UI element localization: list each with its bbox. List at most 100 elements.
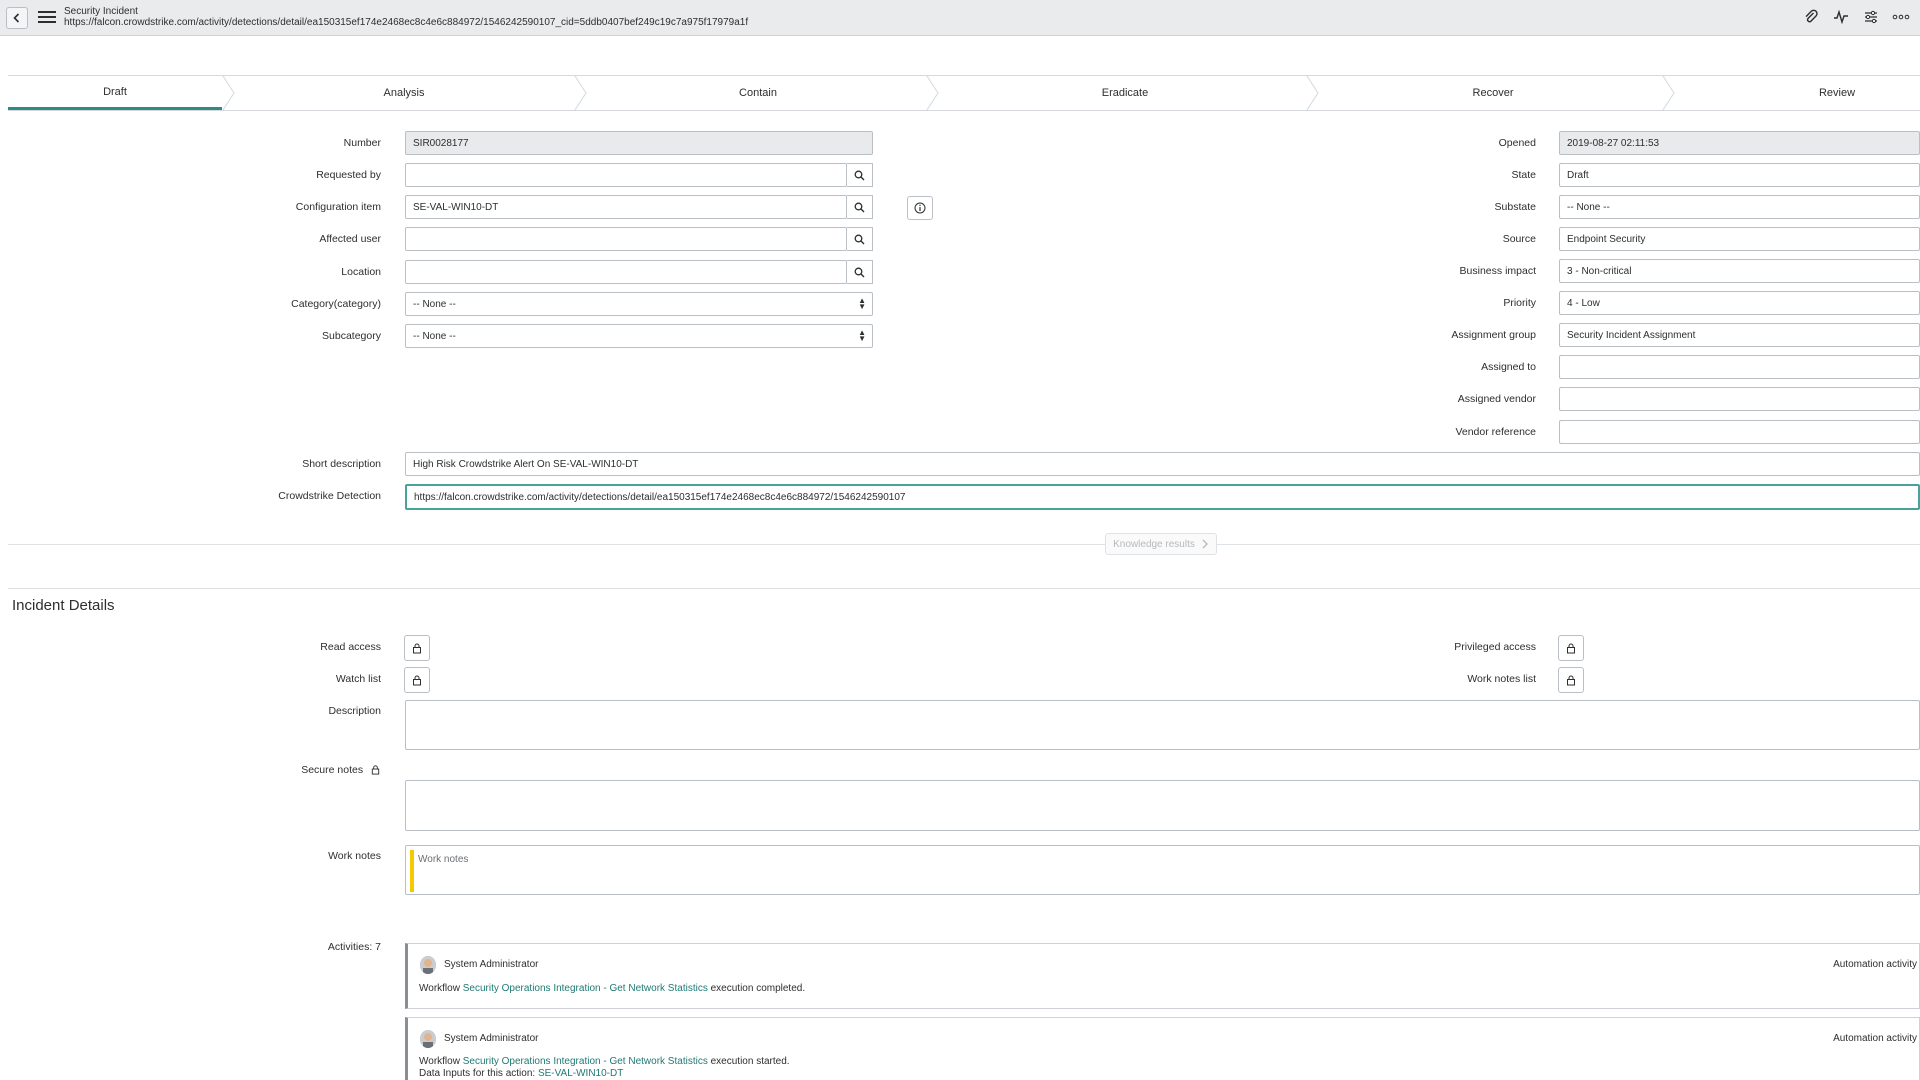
work-notes-indicator-bar: [410, 850, 414, 892]
crowdstrike-detection-field[interactable]: https://falcon.crowdstrike.com/activity/…: [405, 484, 1920, 510]
flow-step-eradicate[interactable]: Eradicate: [940, 76, 1310, 110]
flow-step-draft[interactable]: Draft: [8, 76, 222, 110]
avatar: [420, 1030, 436, 1048]
secure-notes-textarea[interactable]: [405, 780, 1920, 831]
configuration-item-info-button[interactable]: [907, 196, 933, 220]
business-impact-label: Business impact: [1459, 265, 1536, 277]
secure-notes-label: Secure notes: [160, 764, 381, 776]
form-title: Security Incident: [64, 6, 138, 17]
affected-user-field[interactable]: [405, 227, 847, 251]
requested-by-label: Requested by: [316, 169, 381, 181]
work-notes-label: Work notes: [328, 850, 381, 862]
activity-message-prefix: Workflow: [419, 1056, 463, 1067]
description-textarea[interactable]: [405, 700, 1920, 750]
location-field[interactable]: [405, 260, 847, 284]
short-description-label: Short description: [302, 458, 381, 470]
watch-list-lock-button[interactable]: [404, 667, 430, 693]
activity-type: Automation activity: [1833, 959, 1917, 970]
flow-separator-icon: [222, 76, 235, 110]
configuration-item-lookup-button[interactable]: [847, 195, 873, 219]
priority-select[interactable]: 4 - Low: [1559, 291, 1920, 315]
short-description-field[interactable]: High Risk Crowdstrike Alert On SE-VAL-WI…: [405, 452, 1920, 476]
lock-icon: [413, 643, 421, 654]
affected-user-lookup-button[interactable]: [847, 227, 873, 251]
flow-step-contain[interactable]: Contain: [588, 76, 928, 110]
knowledge-results-button[interactable]: Knowledge results: [1105, 533, 1217, 555]
assigned-vendor-field[interactable]: [1559, 387, 1920, 411]
flow-separator-icon: [1662, 76, 1675, 110]
hamburger-menu-icon[interactable]: [38, 9, 56, 25]
vendor-reference-label: Vendor reference: [1455, 426, 1536, 438]
activity-entry: System Administrator Automation activity…: [405, 943, 1920, 1009]
subcategory-select[interactable]: -- None -- ▲ ▼: [405, 324, 873, 348]
lock-icon: [413, 675, 421, 686]
activity-message-suffix: execution started.: [707, 1056, 790, 1067]
work-notes-list-lock-button[interactable]: [1558, 667, 1584, 693]
secure-notes-label-text: Secure notes: [301, 764, 364, 776]
activity-inputs-link[interactable]: SE-VAL-WIN10-DT: [538, 1068, 623, 1079]
activity-workflow-link[interactable]: Security Operations Integration - Get Ne…: [463, 983, 708, 994]
flow-separator-icon: [1306, 76, 1319, 110]
lock-icon: [371, 765, 380, 775]
number-field[interactable]: SIR0028177: [405, 131, 873, 155]
divider: [8, 544, 1920, 545]
subcategory-selected-value: -- None --: [413, 330, 456, 342]
info-icon: [914, 202, 926, 214]
search-icon: [854, 170, 865, 180]
header-actions: [1802, 8, 1910, 26]
activity-message-prefix: Workflow: [419, 983, 463, 994]
more-options-icon[interactable]: [1892, 8, 1910, 26]
location-label: Location: [341, 266, 381, 278]
activity-pulse-icon[interactable]: [1832, 8, 1850, 26]
substate-label: Substate: [1494, 201, 1536, 213]
avatar: [420, 956, 436, 974]
work-notes-list-label: Work notes list: [1467, 673, 1536, 685]
flow-step-analysis[interactable]: Analysis: [236, 76, 572, 110]
state-select[interactable]: Draft: [1559, 163, 1920, 187]
search-icon: [854, 202, 865, 212]
number-label: Number: [343, 137, 381, 149]
configuration-item-label: Configuration item: [295, 201, 381, 213]
activity-inputs-prefix: Data Inputs for this action:: [419, 1068, 538, 1079]
assigned-to-field[interactable]: [1559, 355, 1920, 379]
subcategory-label: Subcategory: [322, 330, 381, 342]
activity-entry: System Administrator Automation activity…: [405, 1017, 1920, 1080]
activity-message-suffix: execution completed.: [707, 983, 806, 994]
business-impact-select[interactable]: 3 - Non-critical: [1559, 259, 1920, 283]
activity-message: Workflow Security Operations Integration…: [419, 1056, 790, 1067]
read-access-lock-button[interactable]: [404, 635, 430, 661]
flow-separator-icon: [926, 76, 939, 110]
requested-by-lookup-button[interactable]: [847, 163, 873, 187]
assignment-group-label: Assignment group: [1451, 329, 1536, 341]
priority-label: Priority: [1503, 297, 1536, 309]
configuration-item-field[interactable]: SE-VAL-WIN10-DT: [405, 195, 847, 219]
substate-select[interactable]: -- None --: [1559, 195, 1920, 219]
incident-details-title: Incident Details: [12, 597, 115, 614]
opened-field[interactable]: 2019-08-27 02:11:53: [1559, 131, 1920, 155]
requested-by-field[interactable]: [405, 163, 847, 187]
privileged-access-lock-button[interactable]: [1558, 635, 1584, 661]
paperclip-icon[interactable]: [1802, 8, 1820, 26]
flow-separator-icon: [574, 76, 587, 110]
category-select[interactable]: -- None -- ▲ ▼: [405, 292, 873, 316]
affected-user-label: Affected user: [319, 233, 381, 245]
source-select[interactable]: Endpoint Security: [1559, 227, 1920, 251]
crowdstrike-detection-label: Crowdstrike Detection: [278, 490, 381, 502]
description-label: Description: [328, 705, 381, 717]
settings-sliders-icon[interactable]: [1862, 8, 1880, 26]
activity-author: System Administrator: [444, 959, 539, 970]
activity-workflow-link[interactable]: Security Operations Integration - Get Ne…: [463, 1056, 708, 1067]
vendor-reference-field[interactable]: [1559, 420, 1920, 444]
work-notes-textarea[interactable]: Work notes: [405, 845, 1920, 895]
flow-step-review[interactable]: Review: [1676, 76, 1920, 110]
flow-step-recover[interactable]: Recover: [1320, 76, 1666, 110]
location-lookup-button[interactable]: [847, 260, 873, 284]
process-flow: Draft Analysis Contain Eradicate Recover…: [8, 75, 1920, 111]
back-button[interactable]: [6, 7, 28, 29]
assigned-to-label: Assigned to: [1481, 361, 1536, 373]
chevron-right-icon: [1202, 539, 1208, 549]
assignment-group-field[interactable]: Security Incident Assignment: [1559, 323, 1920, 347]
watch-list-label: Watch list: [335, 673, 381, 685]
search-icon: [854, 267, 865, 277]
privileged-access-label: Privileged access: [1454, 641, 1536, 653]
